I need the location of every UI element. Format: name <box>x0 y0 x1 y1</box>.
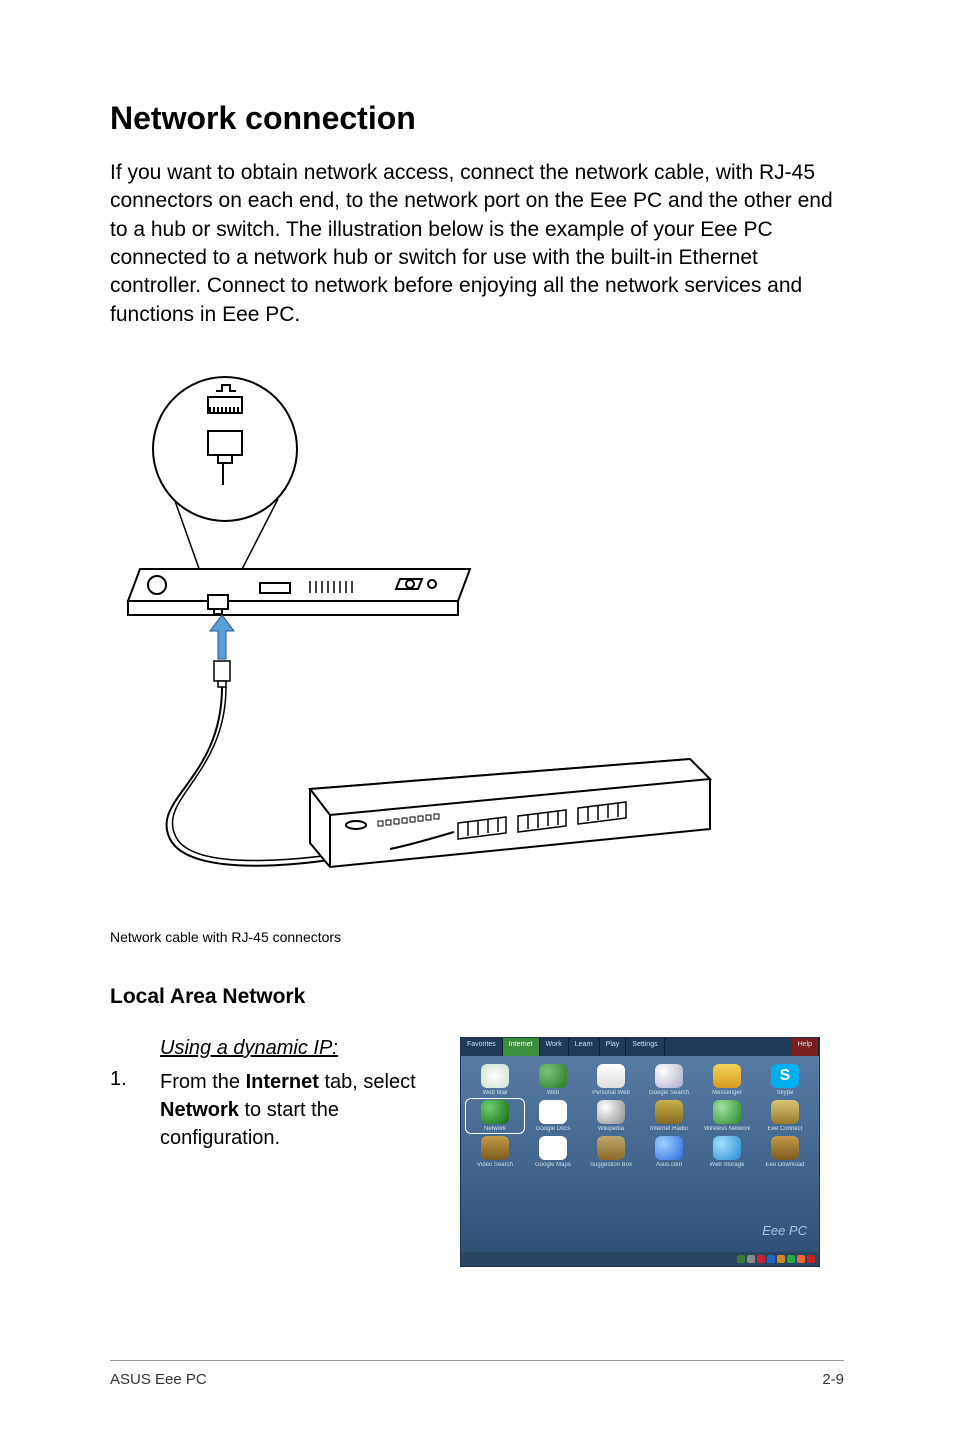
app-personal-web[interactable]: Personal Web <box>583 1064 639 1096</box>
step-number: 1. <box>110 1068 160 1152</box>
illustration-caption: Network cable with RJ-45 connectors <box>110 929 844 945</box>
mag-icon <box>655 1064 683 1088</box>
document-page: Network connection If you want to obtain… <box>0 0 954 1438</box>
house-icon <box>597 1064 625 1088</box>
text-fragment: tab, select <box>319 1071 416 1093</box>
app-asus.com[interactable]: Asus.com <box>641 1136 697 1168</box>
maps-icon <box>539 1136 567 1160</box>
plug-icon <box>771 1100 799 1124</box>
tab-favorites[interactable]: Favorites <box>461 1038 503 1056</box>
page-footer: ASUS Eee PC 2-9 <box>110 1360 844 1388</box>
footer-left: ASUS Eee PC <box>110 1371 207 1388</box>
app-label: Google Maps <box>535 1162 571 1168</box>
app-network[interactable]: Network <box>467 1100 523 1132</box>
app-google-docs[interactable]: Google Docs <box>525 1100 581 1132</box>
app-web-storage[interactable]: Web Storage <box>699 1136 755 1168</box>
globe-icon <box>539 1064 567 1088</box>
app-eee-download[interactable]: Eee Download <box>757 1136 813 1168</box>
wiki-icon <box>597 1100 625 1124</box>
body-paragraph: If you want to obtain network access, co… <box>110 159 844 329</box>
film-icon <box>481 1136 509 1160</box>
ui-screenshot: FavoritesInternetWorkLearnPlaySettings He… <box>460 1037 844 1267</box>
app-skype[interactable]: S Skype <box>757 1064 813 1096</box>
tab-internet[interactable]: Internet <box>503 1038 540 1056</box>
box-icon <box>597 1136 625 1160</box>
footer-right: 2-9 <box>822 1371 844 1388</box>
network-diagram <box>110 359 844 919</box>
app-suggestion-box[interactable]: Suggestion Box <box>583 1136 639 1168</box>
tab-bar: FavoritesInternetWorkLearnPlaySettings He… <box>461 1038 819 1056</box>
app-label: Web Storage <box>710 1162 745 1168</box>
storage-icon <box>713 1136 741 1160</box>
app-label: Eee Download <box>765 1162 804 1168</box>
step-heading: Using a dynamic IP: <box>160 1037 430 1060</box>
app-label: Skype <box>777 1090 794 1096</box>
app-google-search[interactable]: Google Search <box>641 1064 697 1096</box>
app-messenger[interactable]: Messenger <box>699 1064 755 1096</box>
network-diagram-svg <box>110 359 844 919</box>
app-label: Wikipedia <box>598 1126 624 1132</box>
app-label: Eee Connect <box>768 1126 803 1132</box>
radio-icon <box>655 1100 683 1124</box>
app-video-search[interactable]: Video Search <box>467 1136 523 1168</box>
app-wikipedia[interactable]: Wikipedia <box>583 1100 639 1132</box>
tab-work[interactable]: Work <box>540 1038 569 1056</box>
people-icon <box>713 1064 741 1088</box>
tab-play[interactable]: Play <box>600 1038 627 1056</box>
tray-icon <box>737 1255 745 1263</box>
icon-grid: Web Mail Web Personal Web Google Search Mess… <box>461 1056 819 1176</box>
app-label: Web <box>547 1090 559 1096</box>
tray-icon <box>777 1255 785 1263</box>
app-google-maps[interactable]: Google Maps <box>525 1136 581 1168</box>
eee-desktop: FavoritesInternetWorkLearnPlaySettings He… <box>460 1037 820 1267</box>
stamp-icon <box>481 1064 509 1088</box>
asus-icon <box>655 1136 683 1160</box>
app-label: Messenger <box>712 1090 742 1096</box>
tab-help[interactable]: Help <box>792 1038 819 1056</box>
app-label: Suggestion Box <box>590 1162 632 1168</box>
app-label: Wireless Networks <box>704 1126 750 1132</box>
app-web[interactable]: Web <box>525 1064 581 1096</box>
tray-icon <box>757 1255 765 1263</box>
eee-pc-logo: Eee PC <box>762 1223 807 1238</box>
tray-icon <box>747 1255 755 1263</box>
app-label: Video Search <box>477 1162 513 1168</box>
docs-icon <box>539 1100 567 1124</box>
step-block: Using a dynamic IP: 1. From the Internet… <box>110 1037 844 1267</box>
step-body: From the Internet tab, select Network to… <box>160 1068 430 1152</box>
network-item-ref: Network <box>160 1099 239 1121</box>
app-web-mail[interactable]: Web Mail <box>467 1064 523 1096</box>
tab-learn[interactable]: Learn <box>569 1038 600 1056</box>
net-icon <box>481 1100 509 1124</box>
tray-icon <box>767 1255 775 1263</box>
internet-tab-ref: Internet <box>246 1071 319 1093</box>
app-label: Google Docs <box>536 1126 571 1132</box>
app-label: Web Mail <box>483 1090 508 1096</box>
app-eee-connect[interactable]: Eee Connect <box>757 1100 813 1132</box>
subsection-heading: Local Area Network <box>110 985 844 1009</box>
page-heading: Network connection <box>110 100 844 137</box>
tray-icon <box>797 1255 805 1263</box>
skype-icon: S <box>771 1064 799 1088</box>
tray-icon <box>787 1255 795 1263</box>
step-line: 1. From the Internet tab, select Network… <box>110 1068 430 1152</box>
task-bar <box>461 1252 819 1266</box>
app-label: Asus.com <box>656 1162 682 1168</box>
app-label: Personal Web <box>592 1090 630 1096</box>
app-label: Internet Radio <box>650 1126 688 1132</box>
dl-icon <box>771 1136 799 1160</box>
tab-settings[interactable]: Settings <box>626 1038 664 1056</box>
app-internet-radio[interactable]: Internet Radio <box>641 1100 697 1132</box>
tray-icon <box>807 1255 815 1263</box>
app-label: Network <box>484 1126 506 1132</box>
app-wireless-networks[interactable]: Wireless Networks <box>699 1100 755 1132</box>
text-fragment: From the <box>160 1071 246 1093</box>
wifi-icon <box>713 1100 741 1124</box>
step-text: Using a dynamic IP: 1. From the Internet… <box>110 1037 430 1152</box>
app-label: Google Search <box>649 1090 689 1096</box>
